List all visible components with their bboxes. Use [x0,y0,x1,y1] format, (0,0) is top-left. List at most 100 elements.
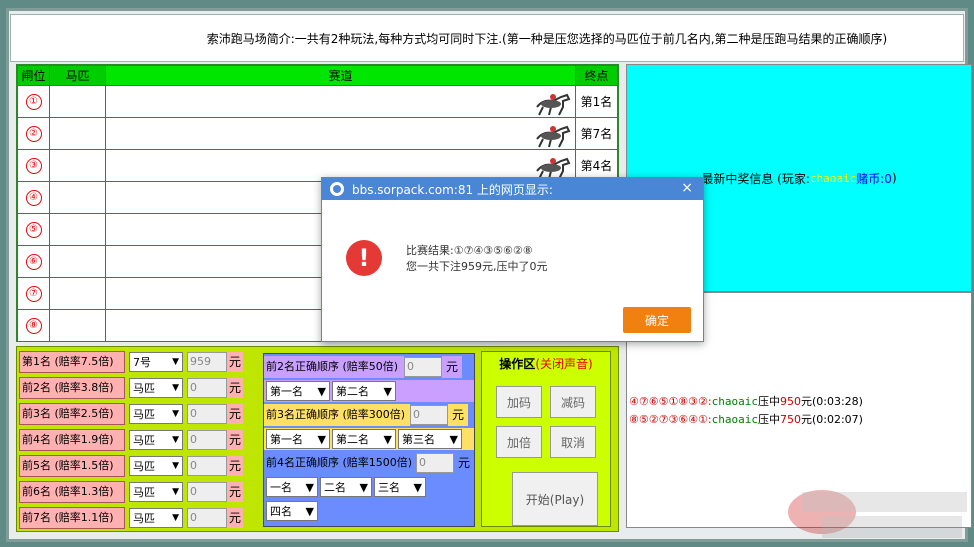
rank-bet-row: 前6名 (赔率1.3倍) 马匹 ▼ 0 元 [19,479,259,505]
order3-select-3-label: 第三名 [402,433,435,446]
watermark-logo [788,490,967,538]
order2-amount-input[interactable]: 0 [404,357,442,377]
order2-unit: 元 [442,356,462,378]
winner-prefix: 最新中奖信息 (玩家: [701,171,810,186]
history-unit: 元 [800,395,812,408]
order4-select-2[interactable]: 二名 ▼ [320,477,372,497]
horse-select[interactable]: 马匹 ▼ [129,456,183,476]
cancel-button[interactable]: 取消 [550,426,596,458]
bet-unit: 元 [227,508,243,528]
lane-gate: ⑥ [17,245,50,278]
bet-amount-input[interactable]: 0 [187,378,227,398]
order2-select-2[interactable]: 第二名 ▼ [332,381,396,401]
order3-select-3[interactable]: 第三名 ▼ [398,429,462,449]
close-icon[interactable]: × [681,180,693,196]
order4-select-4[interactable]: 四名 ▼ [266,501,318,521]
bet-amount-input[interactable]: 0 [187,456,227,476]
order4-select-row-2: 四名 ▼ [264,500,474,522]
ops-title: 操作区(关闭声音) [482,352,610,376]
bet-amount-input[interactable]: 0 [187,482,227,502]
rank-bet-label: 前5名 (赔率1.5倍) [19,455,125,477]
horse-select[interactable]: 马匹 ▼ [129,378,183,398]
order3-amount-input[interactable]: 0 [410,405,448,425]
bet-unit: 元 [227,430,243,450]
lane-gate: ⑤ [17,213,50,246]
order4-select-1[interactable]: 一名 ▼ [266,477,318,497]
racehorse-icon [536,93,571,116]
dialog-titlebar: bbs.sorpack.com:81 上的网页显示: × [322,178,703,200]
order4-amount-input[interactable]: 0 [416,453,454,473]
rank-bet-label: 前7名 (赔率1.1倍) [19,507,125,529]
bet-amount-input[interactable]: 0 [187,430,227,450]
mute-sound-link[interactable]: (关闭声音) [535,357,592,371]
order4-row: 前4名正确顺序 (赔率1500倍) 0 元 [264,452,474,474]
lane-horse [49,245,106,278]
gate-number: ⑧ [25,318,42,334]
order3-select-2[interactable]: 第二名 ▼ [332,429,396,449]
order2-row: 前2名正确顺序 (赔率50倍) 0 元 [264,356,474,378]
gate-number: ① [25,94,42,110]
lane-horse [49,149,106,182]
header-horse: 马匹 [49,65,106,86]
chevron-down-icon: ▼ [383,384,392,398]
winner-coins: 赌币:0 [856,171,892,186]
play-button[interactable]: 开始(Play) [512,472,598,526]
dialog-result-line: 比赛结果:①⑦④③⑤⑥②⑧ [406,244,533,257]
order3-unit: 元 [448,404,468,426]
order4-select-3[interactable]: 三名 ▼ [374,477,426,497]
lane-track [105,117,576,150]
history-line: ⑧⑤②⑦③⑥④①:chaoaic压中750元(0:02:07) [629,413,863,426]
horse-select[interactable]: 马匹 ▼ [129,404,183,424]
winner-player: chaoaic [809,171,857,185]
chevron-down-icon: ▼ [172,409,179,419]
horse-select[interactable]: 马匹 ▼ [129,430,183,450]
order2-select-2-label: 第二名 [336,385,369,398]
horse-select-value: 7号 [133,356,151,369]
history-sequence: ④⑦⑥⑤①⑧③② [629,395,708,408]
horse-select[interactable]: 马匹 ▼ [129,482,183,502]
lane-horse [49,117,106,150]
history-amount: 750 [779,413,801,426]
intro-text: 索沛跑马场简介:一共有2种玩法,每种方式均可同时下注.(第一种是压您选择的马匹位… [206,31,888,46]
lane-horse [49,277,106,310]
gate-number: ⑤ [25,222,42,238]
rank-bet-label: 前4名 (赔率1.9倍) [19,429,125,451]
rank-bet-label: 前2名 (赔率3.8倍) [19,377,125,399]
order2-select-1[interactable]: 第一名 ▼ [266,381,330,401]
order4-unit: 元 [457,456,470,470]
double-button[interactable]: 加倍 [496,426,542,458]
chevron-down-icon: ▼ [317,432,326,446]
bet-amount-input[interactable]: 0 [187,404,227,424]
order2-select-row: 第一名 ▼ 第二名 ▼ [264,380,474,402]
bet-amount-input[interactable]: 0 [187,508,227,528]
bet-amount-input[interactable]: 959 [187,352,227,372]
history-time: (0:02:07) [811,413,863,426]
sub-code-button[interactable]: 减码 [550,386,596,418]
horse-select[interactable]: 7号 ▼ [129,352,183,372]
history-text: 压中 [757,413,780,426]
order4-select-row: 一名 ▼ 二名 ▼ 三名 ▼ [264,476,474,498]
gate-number: ② [25,126,42,142]
rank-bet-row: 前2名 (赔率3.8倍) 马匹 ▼ 0 元 [19,375,259,401]
add-code-button[interactable]: 加码 [496,386,542,418]
gate-number: ④ [25,190,42,206]
chevron-down-icon: ▼ [305,504,314,518]
order3-select-1[interactable]: 第一名 ▼ [266,429,330,449]
order2-label: 前2名正确顺序 (赔率50倍) [264,356,404,378]
dialog-title: bbs.sorpack.com:81 上的网页显示: [352,182,553,197]
horse-select-value: 马匹 [133,486,155,499]
bet-unit: 元 [227,482,243,502]
lane-horse [49,213,106,246]
operation-panel: 操作区(关闭声音) 加码 减码 加倍 取消 开始(Play) [481,351,611,527]
bet-unit: 元 [227,378,243,398]
order2-select-1-label: 第一名 [270,385,303,398]
lane-gate: ④ [17,181,50,214]
horse-select[interactable]: 马匹 ▼ [129,508,183,528]
order3-label: 前3名正确顺序 (赔率300倍) [264,404,410,426]
history-unit: 元 [800,413,812,426]
lane-finish: 第7名 [575,117,618,150]
gate-number: ⑦ [25,286,42,302]
order3-row: 前3名正确顺序 (赔率300倍) 0 元 [264,404,474,426]
bet-unit: 元 [227,352,243,372]
ok-button[interactable]: 确定 [623,307,691,333]
